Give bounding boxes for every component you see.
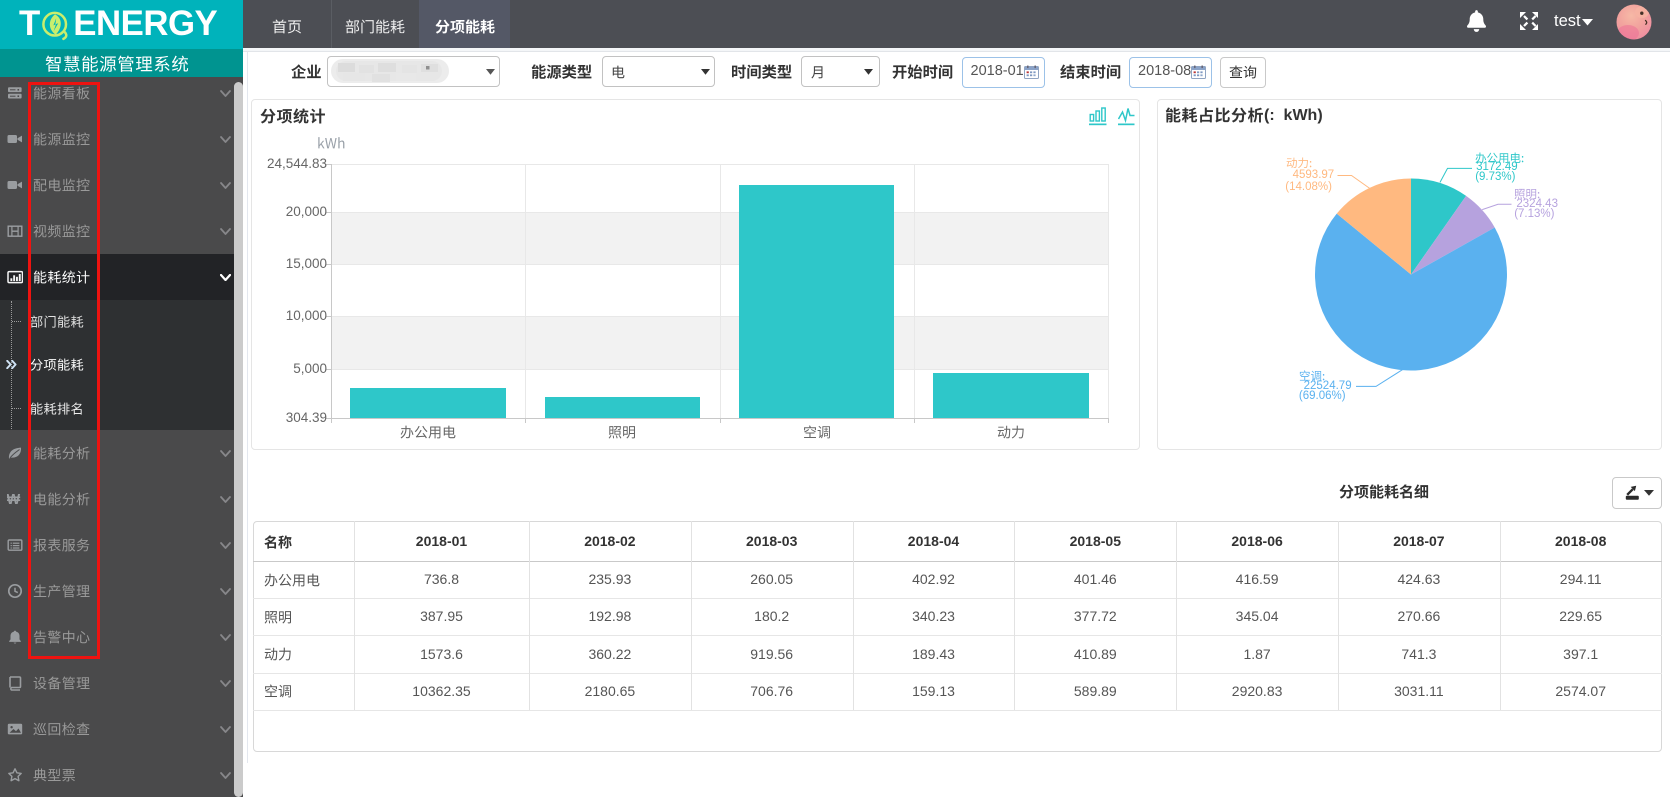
svg-text:₩: ₩ <box>7 492 21 507</box>
